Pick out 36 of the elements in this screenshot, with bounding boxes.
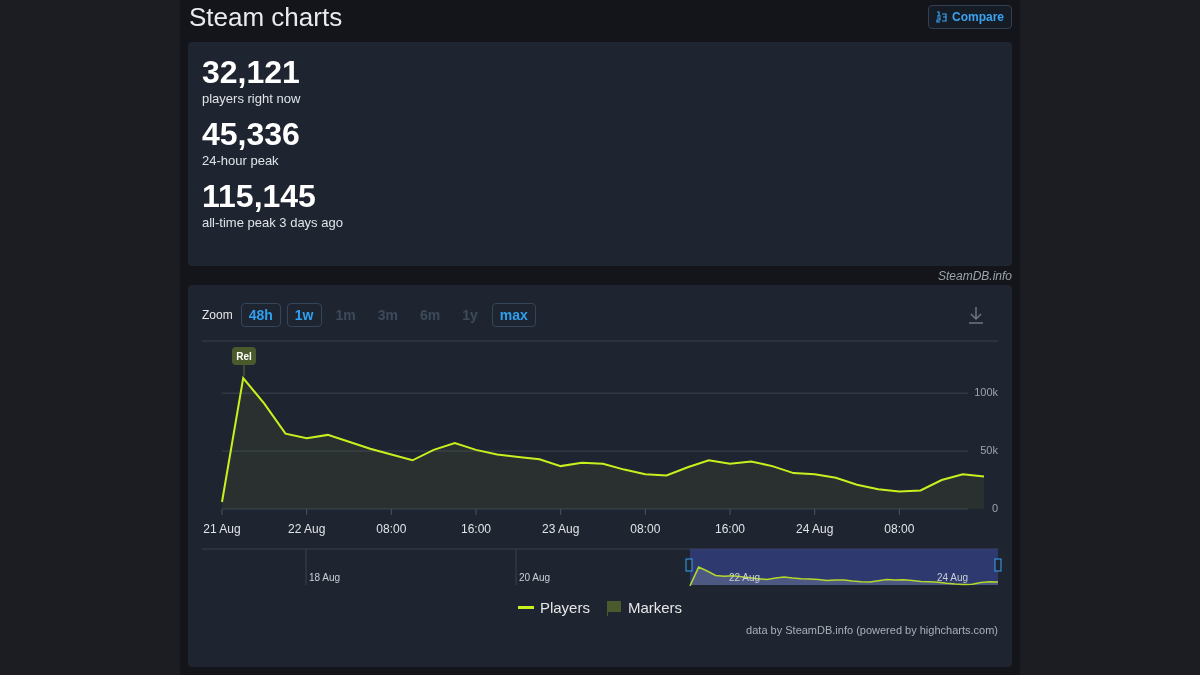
stat-value: 115,145 xyxy=(202,178,317,215)
legend-item[interactable]: Markers xyxy=(605,599,683,616)
source-note: SteamDB.info xyxy=(937,269,1012,283)
navigator-date-label: 20 Aug xyxy=(519,572,551,583)
zoom-button[interactable]: 1w xyxy=(286,303,322,327)
download-icon[interactable] xyxy=(968,306,984,324)
compare-button[interactable]: Compare xyxy=(928,5,1012,29)
x-tick-label: 16:00 xyxy=(715,522,745,536)
navigator-date-label: 18 Aug xyxy=(309,572,341,583)
zoom-label: Zoom xyxy=(202,308,233,322)
release-marker[interactable]: Rel xyxy=(232,347,256,365)
x-tick-label: 24 Aug xyxy=(796,522,834,536)
x-tick-label: 16:00 xyxy=(461,522,491,536)
x-tick-label: 08:00 xyxy=(884,522,915,536)
y-tick-label: 0 xyxy=(991,501,998,514)
navigator-date-label: 24 Aug xyxy=(937,572,969,583)
credits-text: data by SteamDB.info (powered by highcharts.com) xyxy=(746,624,998,636)
y-tick-label: 50k xyxy=(980,444,998,456)
numbers-icon xyxy=(936,11,948,23)
x-tick-label: 08:00 xyxy=(630,522,661,536)
zoom-button[interactable]: 48h xyxy=(240,303,281,327)
stat-value: 45,336 xyxy=(202,116,301,153)
legend-item[interactable]: Players xyxy=(517,599,590,616)
x-tick-label: 21 Aug xyxy=(203,522,241,536)
page-title: Steam charts xyxy=(189,1,343,33)
navigator-drawing[interactable] xyxy=(685,549,1002,587)
x-tick-label: 08:00 xyxy=(376,522,407,536)
x-tick-label: 22 Aug xyxy=(288,522,326,536)
flag-icon xyxy=(605,599,622,616)
stat-label: all-time peak 3 days ago xyxy=(202,215,344,230)
stat-label: 24-hour peak xyxy=(202,153,280,168)
x-tick-label: 23 Aug xyxy=(542,522,580,536)
stat-label: players right now xyxy=(202,91,302,106)
zoom-button[interactable]: max xyxy=(491,303,536,327)
stat-value: 32,121 xyxy=(202,54,301,91)
y-tick-label: 100k xyxy=(974,386,998,399)
